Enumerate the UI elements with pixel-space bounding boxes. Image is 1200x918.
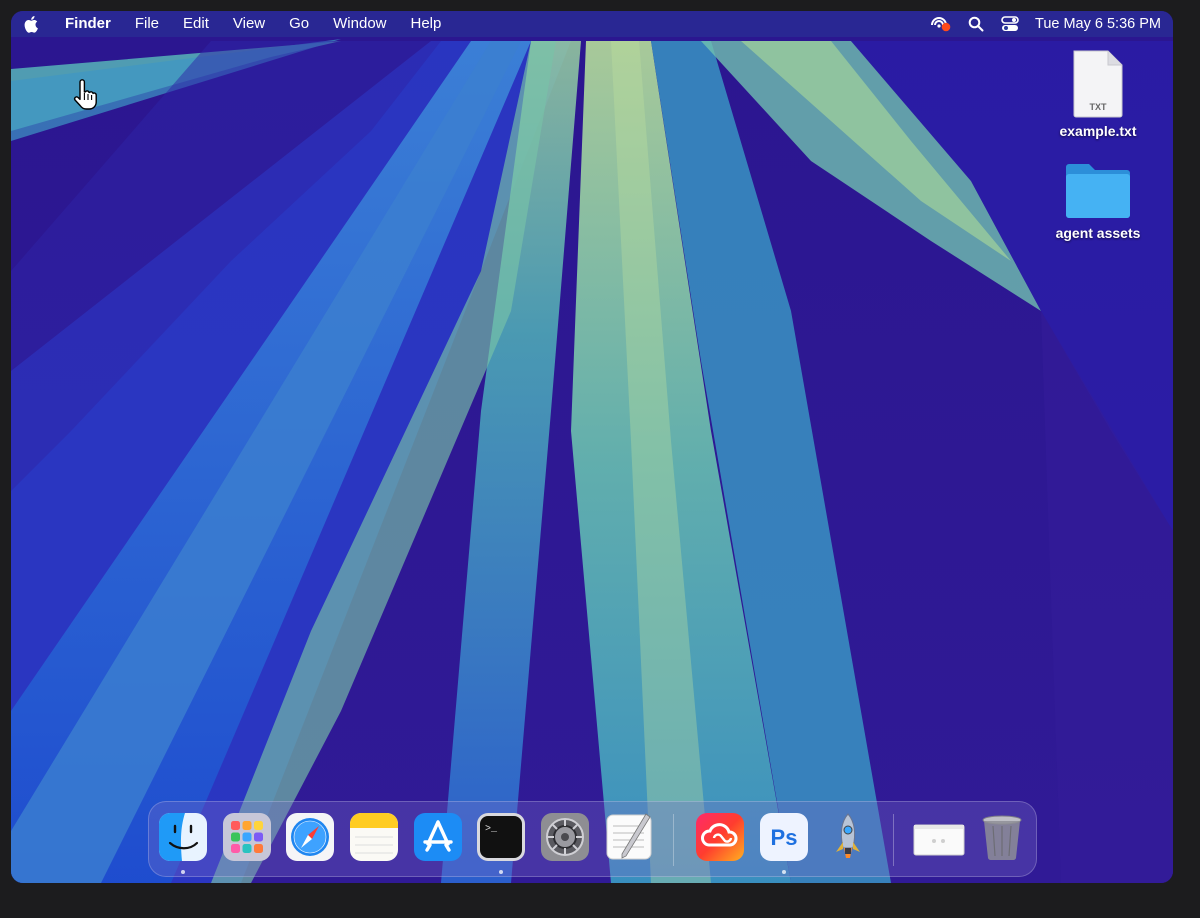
safari-icon[interactable]: [285, 812, 335, 862]
desktop-folder-agent-assets[interactable]: agent assets: [1043, 159, 1153, 241]
window-thumbnail-icon[interactable]: [911, 812, 967, 862]
dock-separator: [893, 814, 894, 866]
text-file-icon: TXT: [1073, 50, 1123, 118]
menu-view[interactable]: View: [221, 11, 277, 37]
launchpad-icon[interactable]: [222, 812, 272, 862]
folder-icon: [1066, 164, 1130, 218]
desktop-icon-label: agent assets: [1055, 225, 1141, 241]
finder-running-indicator: [181, 870, 185, 874]
photoshop-icon[interactable]: Ps: [759, 812, 809, 862]
menu-bar-status: Tue May 6 5:36 PM: [925, 11, 1173, 37]
apple-menu-icon[interactable]: [11, 11, 53, 37]
notes-icon[interactable]: [349, 812, 399, 862]
svg-text:>_: >_: [485, 824, 498, 835]
menu-edit[interactable]: Edit: [171, 11, 221, 37]
svg-text:Ps: Ps: [771, 825, 798, 850]
finder-icon[interactable]: [158, 812, 208, 862]
creative-cloud-icon[interactable]: [695, 812, 745, 862]
rocket-icon[interactable]: [823, 812, 873, 862]
control-center-icon[interactable]: [993, 11, 1027, 37]
menu-bar: Finder File Edit View Go Window Help Tue…: [11, 11, 1173, 37]
terminal-running-indicator: [499, 870, 503, 874]
terminal-icon[interactable]: >_: [476, 812, 526, 862]
app-store-icon[interactable]: [413, 812, 463, 862]
pointing-hand-cursor-icon: [73, 79, 97, 110]
screen-recording-icon[interactable]: [925, 11, 959, 37]
menu-file[interactable]: File: [123, 11, 171, 37]
menu-go[interactable]: Go: [277, 11, 321, 37]
photoshop-running-indicator: [782, 870, 786, 874]
menu-bar-clock[interactable]: Tue May 6 5:36 PM: [1027, 16, 1173, 32]
spotlight-search-icon[interactable]: [959, 11, 993, 37]
system-settings-icon[interactable]: [540, 812, 590, 862]
desktop-screen: Finder File Edit View Go Window Help Tue…: [11, 11, 1173, 883]
file-type-badge: TXT: [1090, 102, 1108, 112]
dock: >_ Ps: [148, 801, 1037, 877]
textedit-icon[interactable]: [604, 812, 654, 862]
menu-help[interactable]: Help: [399, 11, 454, 37]
dock-separator: [673, 814, 674, 866]
trash-icon[interactable]: [977, 812, 1027, 862]
desktop-file-example-txt[interactable]: TXT example.txt: [1043, 49, 1153, 139]
menu-finder[interactable]: Finder: [53, 11, 123, 37]
desktop-icon-label: example.txt: [1059, 123, 1137, 139]
wallpaper: [11, 11, 1173, 883]
menu-window[interactable]: Window: [321, 11, 398, 37]
